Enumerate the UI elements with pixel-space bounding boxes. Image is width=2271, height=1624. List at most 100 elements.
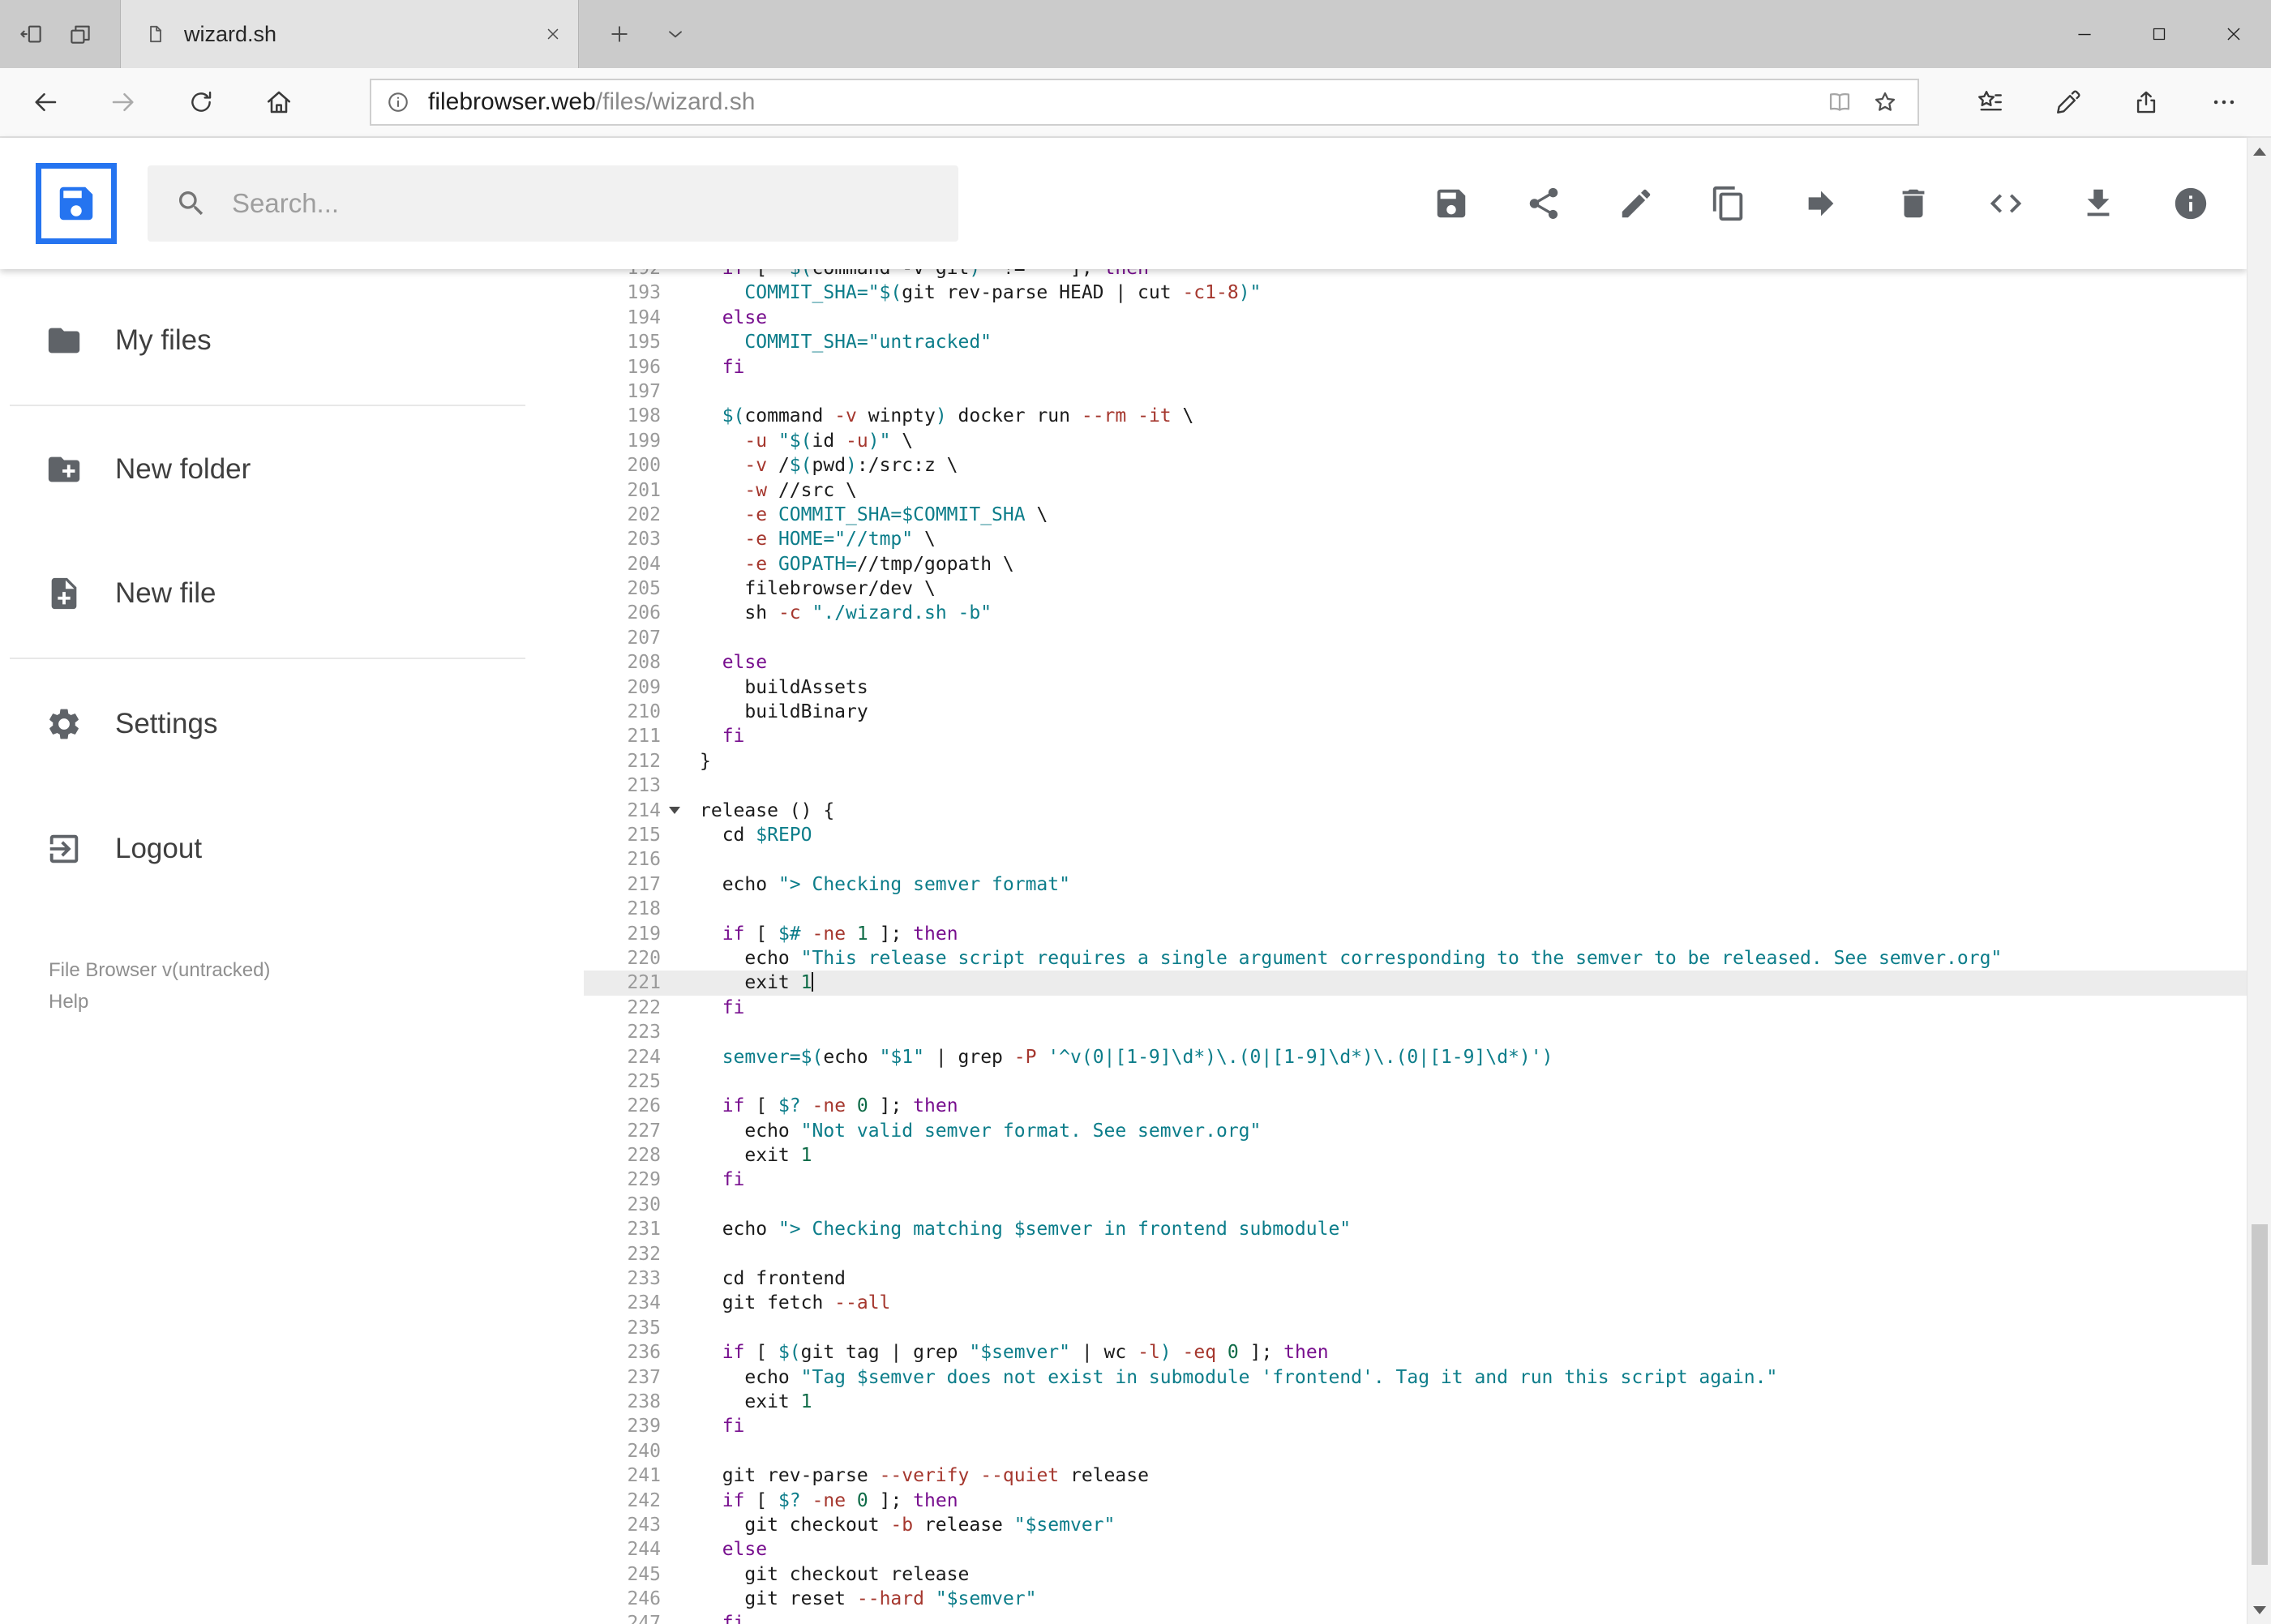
code-line[interactable]: 239 fi — [584, 1414, 2247, 1438]
code-line[interactable]: 229 fi — [584, 1168, 2247, 1192]
code-line[interactable]: 225 — [584, 1069, 2247, 1094]
minimize-button[interactable] — [2047, 0, 2122, 68]
code-line[interactable]: 219 if [ $# -ne 1 ]; then — [584, 922, 2247, 946]
save-button[interactable] — [1433, 185, 1470, 222]
code-line[interactable]: 198 $(command -v winpty) docker run --rm… — [584, 404, 2247, 428]
move-button[interactable] — [1802, 185, 1840, 222]
code-line[interactable]: 200 -v /$(pwd):/src:z \ — [584, 453, 2247, 478]
code-line[interactable]: 234 git fetch --all — [584, 1291, 2247, 1315]
code-line[interactable]: 214 release () { — [584, 799, 2247, 823]
delete-button[interactable] — [1895, 185, 1932, 222]
forward-button[interactable] — [84, 67, 162, 137]
code-line[interactable]: 227 echo "Not valid semver format. See s… — [584, 1119, 2247, 1143]
code-line[interactable]: 201 -w //src \ — [584, 478, 2247, 503]
search-box[interactable] — [148, 165, 958, 242]
code-line[interactable]: 241 git rev-parse --verify --quiet relea… — [584, 1463, 2247, 1488]
close-window-button[interactable] — [2196, 0, 2271, 68]
code-line[interactable]: 247 fi — [584, 1611, 2247, 1624]
sidebar-item-my-files[interactable]: My files — [0, 296, 584, 385]
code-line[interactable]: 226 if [ $? -ne 0 ]; then — [584, 1094, 2247, 1118]
code-line[interactable]: 244 else — [584, 1537, 2247, 1562]
sidebar-item-logout[interactable]: Logout — [0, 804, 584, 893]
code-line[interactable]: 236 if [ $(git tag | grep "$semver" | wc… — [584, 1340, 2247, 1365]
fold-open-icon[interactable] — [661, 799, 688, 823]
back-button[interactable] — [6, 67, 84, 137]
code-line[interactable]: 242 if [ $? -ne 0 ]; then — [584, 1489, 2247, 1513]
home-button[interactable] — [240, 67, 318, 137]
code-line[interactable]: 213 — [584, 773, 2247, 798]
code-line[interactable]: 220 echo "This release script requires a… — [584, 946, 2247, 971]
maximize-button[interactable] — [2122, 0, 2196, 68]
sidebar-item-settings[interactable]: Settings — [0, 679, 584, 769]
scrollbar-thumb[interactable] — [2252, 1224, 2268, 1565]
code-line[interactable]: 232 — [584, 1242, 2247, 1266]
code-line[interactable]: 205 filebrowser/dev \ — [584, 576, 2247, 601]
more-options-button[interactable] — [2185, 67, 2263, 137]
new-tab-button[interactable] — [608, 0, 631, 68]
share-button[interactable] — [1525, 185, 1562, 222]
code-line[interactable]: 192 if [ "$(command -v git)" != "" ]; th… — [584, 269, 2247, 281]
code-line[interactable]: 211 fi — [584, 724, 2247, 748]
refresh-button[interactable] — [162, 67, 240, 137]
code-line[interactable]: 199 -u "$(id -u)" \ — [584, 429, 2247, 453]
address-bar[interactable]: filebrowser.web/files/wizard.sh — [370, 79, 1919, 126]
sidebar-item-new-file[interactable]: New file — [0, 549, 584, 638]
page-scrollbar[interactable] — [2247, 138, 2271, 1624]
code-line[interactable]: 243 git checkout -b release "$semver" — [584, 1513, 2247, 1537]
code-line[interactable]: 235 — [584, 1316, 2247, 1340]
favorites-hub-button[interactable] — [1952, 67, 2029, 137]
code-line[interactable]: 216 — [584, 847, 2247, 872]
tabs-set-aside-button[interactable] — [68, 22, 92, 46]
browser-tab-wizard-sh[interactable]: wizard.sh — [120, 0, 579, 68]
tab-preview-toggle-button[interactable] — [665, 0, 686, 68]
set-tabs-aside-button[interactable] — [19, 22, 44, 46]
code-line[interactable]: 195 COMMIT_SHA="untracked" — [584, 330, 2247, 354]
favorite-star-button[interactable] — [1862, 80, 1908, 124]
help-link[interactable]: Help — [49, 987, 584, 1017]
code-line[interactable]: 212} — [584, 749, 2247, 773]
code-line[interactable]: 217 echo "> Checking semver format" — [584, 872, 2247, 897]
code-editor[interactable]: 192 if [ "$(command -v git)" != "" ]; th… — [584, 269, 2247, 1624]
code-line[interactable]: 238 exit 1 — [584, 1390, 2247, 1414]
scroll-down-button[interactable] — [2247, 1596, 2271, 1624]
code-line[interactable]: 197 — [584, 379, 2247, 404]
code-line[interactable]: 246 git reset --hard "$semver" — [584, 1587, 2247, 1611]
code-line[interactable]: 204 -e GOPATH=//tmp/gopath \ — [584, 552, 2247, 576]
copy-button[interactable] — [1710, 185, 1747, 222]
code-line[interactable]: 228 exit 1 — [584, 1143, 2247, 1168]
code-line[interactable]: 202 -e COMMIT_SHA=$COMMIT_SHA \ — [584, 503, 2247, 527]
code-line[interactable]: 209 buildAssets — [584, 675, 2247, 700]
code-line[interactable]: 193 COMMIT_SHA="$(git rev-parse HEAD | c… — [584, 281, 2247, 305]
code-line[interactable]: 233 cd frontend — [584, 1266, 2247, 1291]
code-line[interactable]: 203 -e HOME="//tmp" \ — [584, 527, 2247, 551]
info-button[interactable] — [2172, 185, 2209, 222]
scroll-up-button[interactable] — [2247, 138, 2271, 165]
sidebar-item-new-folder[interactable]: New folder — [0, 425, 584, 514]
code-line[interactable]: 237 echo "Tag $semver does not exist in … — [584, 1365, 2247, 1390]
code-view-button[interactable] — [1987, 185, 2025, 222]
code-line[interactable]: 196 fi — [584, 355, 2247, 379]
code-line[interactable]: 218 — [584, 897, 2247, 921]
code-line[interactable]: 221 exit 1 — [584, 971, 2247, 996]
search-input[interactable] — [232, 188, 881, 219]
share-page-button[interactable] — [2107, 67, 2185, 137]
filebrowser-logo[interactable] — [36, 163, 117, 244]
code-line[interactable]: 240 — [584, 1439, 2247, 1463]
code-line[interactable]: 210 buildBinary — [584, 700, 2247, 724]
code-line[interactable]: 230 — [584, 1193, 2247, 1217]
edit-button[interactable] — [1618, 185, 1655, 222]
reading-view-button[interactable] — [1817, 80, 1862, 124]
code-line[interactable]: 222 fi — [584, 996, 2247, 1020]
code-line[interactable]: 231 echo "> Checking matching $semver in… — [584, 1217, 2247, 1241]
tab-close-button[interactable] — [544, 25, 562, 43]
code-line[interactable]: 223 — [584, 1020, 2247, 1044]
code-line[interactable]: 206 sh -c "./wizard.sh -b" — [584, 601, 2247, 625]
code-line[interactable]: 224 semver=$(echo "$1" | grep -P '^v(0|[… — [584, 1045, 2247, 1069]
code-line[interactable]: 215 cd $REPO — [584, 823, 2247, 847]
code-line[interactable]: 207 — [584, 626, 2247, 650]
download-button[interactable] — [2080, 185, 2117, 222]
code-line[interactable]: 245 git checkout release — [584, 1562, 2247, 1587]
web-note-button[interactable] — [2029, 67, 2107, 137]
code-line[interactable]: 208 else — [584, 650, 2247, 675]
code-line[interactable]: 194 else — [584, 306, 2247, 330]
